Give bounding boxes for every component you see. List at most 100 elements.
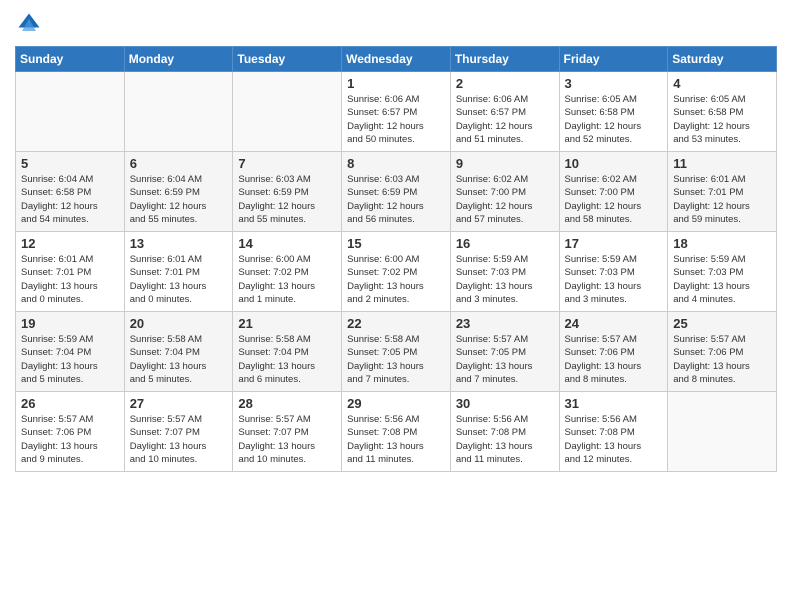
day-number: 4 (673, 76, 771, 91)
calendar-cell: 24Sunrise: 5:57 AM Sunset: 7:06 PM Dayli… (559, 312, 668, 392)
day-number: 23 (456, 316, 554, 331)
weekday-header-friday: Friday (559, 47, 668, 72)
day-number: 18 (673, 236, 771, 251)
day-number: 19 (21, 316, 119, 331)
day-info: Sunrise: 5:57 AM Sunset: 7:07 PM Dayligh… (130, 413, 228, 466)
calendar-cell: 1 Sunrise: 6:06 AM Sunset: 6:57 PM Daylig… (342, 72, 451, 152)
weekday-header-saturday: Saturday (668, 47, 777, 72)
day-info: Sunrise: 6:02 AM Sunset: 7:00 PM Dayligh… (565, 173, 663, 226)
calendar-cell: 25 Sunrise: 5:57 AM Sunset: 7:06 PM Dayli… (668, 312, 777, 392)
calendar-cell (668, 392, 777, 472)
calendar-cell: 7 Sunrise: 6:03 AM Sunset: 6:59 PM Daylig… (233, 152, 342, 232)
day-info: Sunrise: 5:56 AM Sunset: 7:08 PM Dayligh… (565, 413, 663, 466)
calendar-cell: 2 Sunrise: 6:06 AM Sunset: 6:57 PM Daylig… (450, 72, 559, 152)
calendar-table: SundayMondayTuesdayWednesdayThursdayFrid… (15, 46, 777, 472)
day-number: 9 (456, 156, 554, 171)
day-info: Sunrise: 5:59 AM Sunset: 7:03 PM Dayligh… (673, 253, 771, 306)
day-info: Sunrise: 5:57 AM Sunset: 7:05 PM Dayligh… (456, 333, 554, 386)
day-number: 8 (347, 156, 445, 171)
day-info: Sunrise: 6:06 AM Sunset: 6:57 PM Dayligh… (347, 93, 445, 146)
calendar-cell: 10 Sunrise: 6:02 AM Sunset: 7:00 PM Dayli… (559, 152, 668, 232)
calendar-cell: 29 Sunrise: 5:56 AM Sunset: 7:08 PM Dayli… (342, 392, 451, 472)
calendar-cell (16, 72, 125, 152)
day-info: Sunrise: 6:03 AM Sunset: 6:59 PM Dayligh… (238, 173, 336, 226)
day-info: Sunrise: 5:59 AM Sunset: 7:03 PM Dayligh… (456, 253, 554, 306)
day-info: Sunrise: 5:56 AM Sunset: 7:08 PM Dayligh… (456, 413, 554, 466)
day-info: Sunrise: 5:57 AM Sunset: 7:07 PM Dayligh… (238, 413, 336, 466)
weekday-header-sunday: Sunday (16, 47, 125, 72)
day-number: 20 (130, 316, 228, 331)
day-number: 30 (456, 396, 554, 411)
day-number: 7 (238, 156, 336, 171)
day-number: 31 (565, 396, 663, 411)
day-info: Sunrise: 6:04 AM Sunset: 6:58 PM Dayligh… (21, 173, 119, 226)
day-number: 24 (565, 316, 663, 331)
day-number: 12 (21, 236, 119, 251)
calendar-cell: 22 Sunrise: 5:58 AM Sunset: 7:05 PM Dayli… (342, 312, 451, 392)
day-info: Sunrise: 5:57 AM Sunset: 7:06 PM Dayligh… (673, 333, 771, 386)
week-row-4: 19 Sunrise: 5:59 AM Sunset: 7:04 PM Dayli… (16, 312, 777, 392)
day-info: Sunrise: 6:01 AM Sunset: 7:01 PM Dayligh… (673, 173, 771, 226)
day-number: 29 (347, 396, 445, 411)
day-info: Sunrise: 6:03 AM Sunset: 6:59 PM Dayligh… (347, 173, 445, 226)
day-number: 16 (456, 236, 554, 251)
day-info: Sunrise: 5:59 AM Sunset: 7:03 PM Dayligh… (565, 253, 663, 306)
calendar-cell: 14Sunrise: 6:00 AM Sunset: 7:02 PM Dayli… (233, 232, 342, 312)
day-number: 13 (130, 236, 228, 251)
day-number: 28 (238, 396, 336, 411)
day-number: 15 (347, 236, 445, 251)
calendar-cell: 11 Sunrise: 6:01 AM Sunset: 7:01 PM Dayli… (668, 152, 777, 232)
weekday-header-monday: Monday (124, 47, 233, 72)
calendar-cell: 27 Sunrise: 5:57 AM Sunset: 7:07 PM Dayli… (124, 392, 233, 472)
day-number: 25 (673, 316, 771, 331)
calendar-cell: 17Sunrise: 5:59 AM Sunset: 7:03 PM Dayli… (559, 232, 668, 312)
day-info: Sunrise: 5:58 AM Sunset: 7:05 PM Dayligh… (347, 333, 445, 386)
day-info: Sunrise: 6:06 AM Sunset: 6:57 PM Dayligh… (456, 93, 554, 146)
week-row-1: 1 Sunrise: 6:06 AM Sunset: 6:57 PM Daylig… (16, 72, 777, 152)
day-number: 2 (456, 76, 554, 91)
calendar-cell: 4Sunrise: 6:05 AM Sunset: 6:58 PM Daylig… (668, 72, 777, 152)
day-number: 5 (21, 156, 119, 171)
weekday-header-thursday: Thursday (450, 47, 559, 72)
day-number: 27 (130, 396, 228, 411)
calendar-cell: 23 Sunrise: 5:57 AM Sunset: 7:05 PM Dayli… (450, 312, 559, 392)
calendar-cell: 19 Sunrise: 5:59 AM Sunset: 7:04 PM Dayli… (16, 312, 125, 392)
calendar-cell: 5 Sunrise: 6:04 AM Sunset: 6:58 PM Daylig… (16, 152, 125, 232)
calendar-cell: 8 Sunrise: 6:03 AM Sunset: 6:59 PM Daylig… (342, 152, 451, 232)
calendar-cell: 21 Sunrise: 5:58 AM Sunset: 7:04 PM Dayli… (233, 312, 342, 392)
day-info: Sunrise: 5:56 AM Sunset: 7:08 PM Dayligh… (347, 413, 445, 466)
calendar-cell (124, 72, 233, 152)
day-number: 10 (565, 156, 663, 171)
calendar-cell: 16 Sunrise: 5:59 AM Sunset: 7:03 PM Dayli… (450, 232, 559, 312)
calendar-cell (233, 72, 342, 152)
day-info: Sunrise: 5:59 AM Sunset: 7:04 PM Dayligh… (21, 333, 119, 386)
calendar-cell: 15 Sunrise: 6:00 AM Sunset: 7:02 PM Dayli… (342, 232, 451, 312)
calendar-cell: 3 Sunrise: 6:05 AM Sunset: 6:58 PM Daylig… (559, 72, 668, 152)
week-row-5: 26Sunrise: 5:57 AM Sunset: 7:06 PM Dayli… (16, 392, 777, 472)
day-number: 3 (565, 76, 663, 91)
week-row-2: 5 Sunrise: 6:04 AM Sunset: 6:58 PM Daylig… (16, 152, 777, 232)
calendar-cell: 13Sunrise: 6:01 AM Sunset: 7:01 PM Dayli… (124, 232, 233, 312)
weekday-header-row: SundayMondayTuesdayWednesdayThursdayFrid… (16, 47, 777, 72)
logo (15, 10, 47, 38)
calendar-cell: 28 Sunrise: 5:57 AM Sunset: 7:07 PM Dayli… (233, 392, 342, 472)
day-info: Sunrise: 6:00 AM Sunset: 7:02 PM Dayligh… (238, 253, 336, 306)
day-number: 22 (347, 316, 445, 331)
day-info: Sunrise: 6:00 AM Sunset: 7:02 PM Dayligh… (347, 253, 445, 306)
day-info: Sunrise: 5:58 AM Sunset: 7:04 PM Dayligh… (130, 333, 228, 386)
calendar-cell: 9 Sunrise: 6:02 AM Sunset: 7:00 PM Daylig… (450, 152, 559, 232)
day-info: Sunrise: 6:01 AM Sunset: 7:01 PM Dayligh… (21, 253, 119, 306)
logo-icon (15, 10, 43, 38)
day-number: 11 (673, 156, 771, 171)
calendar-cell: 20 Sunrise: 5:58 AM Sunset: 7:04 PM Dayli… (124, 312, 233, 392)
week-row-3: 12 Sunrise: 6:01 AM Sunset: 7:01 PM Dayli… (16, 232, 777, 312)
day-info: Sunrise: 6:05 AM Sunset: 6:58 PM Dayligh… (565, 93, 663, 146)
weekday-header-tuesday: Tuesday (233, 47, 342, 72)
weekday-header-wednesday: Wednesday (342, 47, 451, 72)
day-info: Sunrise: 6:02 AM Sunset: 7:00 PM Dayligh… (456, 173, 554, 226)
day-number: 21 (238, 316, 336, 331)
calendar-cell: 31 Sunrise: 5:56 AM Sunset: 7:08 PM Dayli… (559, 392, 668, 472)
day-info: Sunrise: 6:04 AM Sunset: 6:59 PM Dayligh… (130, 173, 228, 226)
day-info: Sunrise: 5:58 AM Sunset: 7:04 PM Dayligh… (238, 333, 336, 386)
day-number: 1 (347, 76, 445, 91)
